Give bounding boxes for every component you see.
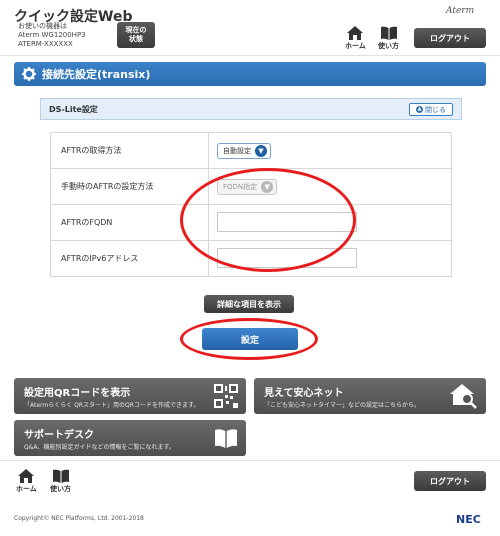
section-header: DS-Lite設定 ▲ 閉じる — [40, 98, 462, 120]
home-icon — [347, 26, 364, 40]
help-button[interactable]: 使い方 — [378, 26, 399, 51]
table-row: AFTRのFQDN — [50, 204, 452, 241]
current-status-button[interactable]: 現在の 状態 — [117, 22, 155, 48]
book-icon — [215, 429, 237, 448]
manual-aftr-method-value: FQDN指定 — [223, 182, 258, 191]
nec-logo: NEC — [456, 513, 481, 526]
settings-table: AFTRの取得方法 自動設定 ▼ 手動時のAFTRの設定方法 FQDN指定 ▼ … — [50, 132, 452, 277]
collapse-button[interactable]: ▲ 閉じる — [409, 103, 453, 116]
support-card-title: サポートデスク — [24, 430, 94, 441]
chevron-up-icon: ▲ — [416, 106, 423, 113]
row-label: AFTRの取得方法 — [50, 132, 209, 169]
qr-code-icon — [214, 384, 238, 408]
chevron-down-icon: ▼ — [255, 144, 267, 157]
aftr-ipv6-input[interactable] — [217, 247, 357, 268]
safe-card-title: 見えて安心ネット — [264, 388, 344, 399]
section-title: DS-Lite設定 — [49, 104, 98, 114]
table-row: 手動時のAFTRの設定方法 FQDN指定 ▼ — [50, 168, 452, 205]
footer-logout-button[interactable]: ログアウト — [414, 471, 486, 491]
table-row: AFTRの取得方法 自動設定 ▼ — [50, 132, 452, 169]
safe-net-card[interactable]: 見えて安心ネット 「こども安心ネットタイマー」などの設定はこちらから。 — [254, 378, 486, 414]
chevron-down-icon: ▼ — [261, 180, 274, 193]
submit-button[interactable]: 設定 — [202, 328, 298, 350]
footer-home-button[interactable]: ホーム — [16, 469, 37, 494]
support-desk-card[interactable]: サポートデスク Q&A、機能別設定ガイドなどの情報をご覧になれます。 — [14, 420, 246, 456]
aftr-method-value: 自動設定 — [223, 146, 251, 155]
collapse-label: 閉じる — [425, 105, 446, 114]
header: クイック設定Web お使いの機器は Aterm WG1200HP3 ATERM-… — [0, 0, 500, 56]
row-label: 手動時のAFTRの設定方法 — [50, 168, 209, 205]
qr-code-card[interactable]: 設定用QRコードを表示 「Atermらくらく QRスタート」用のQRコードを作成… — [14, 378, 246, 414]
copyright: Copyright© NEC Platforms, Ltd. 2001-2018 — [14, 515, 144, 522]
device-model: Aterm WG1200HP3 — [18, 31, 86, 39]
qr-card-title: 設定用QRコードを表示 — [24, 388, 131, 399]
home-icon — [18, 469, 35, 483]
row-label: AFTRのIPv6アドレス — [50, 240, 209, 277]
page-title-bar: 接続先設定(transix) — [14, 62, 486, 86]
logout-button[interactable]: ログアウト — [414, 28, 486, 48]
current-status-label: 現在の 状態 — [125, 26, 147, 43]
show-details-button[interactable]: 詳細な項目を表示 — [204, 295, 294, 313]
safe-card-desc: 「こども安心ネットタイマー」などの設定はこちらから。 — [264, 402, 421, 409]
aftr-fqdn-input[interactable] — [217, 211, 357, 232]
footer-help-label: 使い方 — [50, 485, 71, 493]
qr-card-desc: 「Atermらくらく QRスタート」用のQRコードを作成できます。 — [24, 402, 200, 409]
manual-aftr-method-select[interactable]: FQDN指定 ▼ — [217, 178, 278, 195]
footer-home-label: ホーム — [16, 485, 37, 493]
device-label: お使いの機器は — [18, 22, 67, 30]
footer-bar: ホーム 使い方 ログアウト — [0, 460, 500, 500]
page-title: 接続先設定(transix) — [42, 68, 151, 81]
book-icon — [380, 26, 397, 40]
device-id: ATERM-XXXXXX — [18, 40, 73, 48]
aterm-logo: Aterm — [446, 6, 475, 16]
footer-help-button[interactable]: 使い方 — [50, 469, 71, 494]
book-icon — [52, 469, 69, 483]
house-search-icon — [450, 384, 477, 409]
home-button[interactable]: ホーム — [345, 26, 366, 51]
support-card-desc: Q&A、機能別設定ガイドなどの情報をご覧になれます。 — [24, 444, 175, 451]
gear-icon — [22, 67, 36, 81]
help-label: 使い方 — [378, 42, 399, 50]
row-label: AFTRのFQDN — [50, 204, 209, 241]
home-label: ホーム — [345, 42, 366, 50]
aftr-method-select[interactable]: 自動設定 ▼ — [217, 142, 271, 159]
table-row: AFTRのIPv6アドレス — [50, 240, 452, 277]
